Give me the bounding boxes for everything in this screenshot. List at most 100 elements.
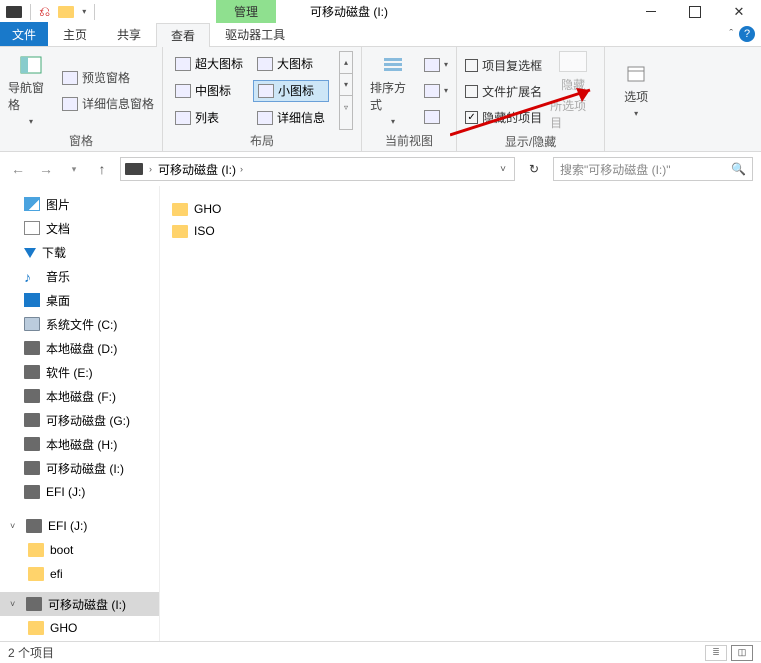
sidebar-item-drive-c[interactable]: 系统文件 (C:) [0, 312, 159, 336]
layout-s-icons[interactable]: 小图标 [253, 80, 329, 102]
size-columns-icon [424, 110, 440, 124]
title-bar: ⎌ ▾ 管理 可移动磁盘 (I:) [0, 0, 761, 23]
ribbon: 导航窗格 ▾ 预览窗格 详细信息窗格 窗格 超大图标 大图标 中图标 [0, 47, 761, 152]
address-dropdown-icon[interactable]: ˅ [496, 164, 510, 175]
expand-icon[interactable]: ˅ [10, 521, 20, 531]
gallery-expand-icon[interactable]: ▿ [340, 96, 352, 118]
details-pane-button[interactable]: 详细信息窗格 [62, 93, 154, 115]
list-icon [175, 111, 191, 125]
sidebar-item-drive-j[interactable]: EFI (J:) [0, 480, 159, 504]
separator [94, 4, 95, 20]
sidebar-item-drive-h[interactable]: 本地磁盘 (H:) [0, 432, 159, 456]
undo-icon[interactable]: ⎌ [39, 3, 50, 20]
drive-icon [125, 163, 143, 175]
history-dropdown[interactable]: ▾ [64, 159, 84, 179]
checkbox-icon [465, 85, 478, 98]
music-icon: ♪ [24, 269, 40, 283]
sidebar-item-gho[interactable]: GHO [0, 616, 159, 640]
layout-gallery-scroll[interactable]: ▴ ▾ ▿ [339, 51, 353, 130]
details-pane-icon [62, 97, 78, 111]
pictures-icon [24, 197, 40, 211]
ribbon-group-layout: 超大图标 大图标 中图标 小图标 列表 详细信息 ▴ ▾ ▿ 布局 [163, 47, 362, 151]
chevron-down-icon: ▾ [391, 117, 395, 126]
ribbon-group-show-hide: 项目复选框 文件扩展名 隐藏的项目 隐藏 所选项目 显示/隐藏 [457, 47, 605, 151]
tab-share[interactable]: 共享 [102, 22, 156, 46]
navigation-pane-button[interactable]: 导航窗格 ▾ [8, 51, 54, 130]
search-box[interactable]: 搜索"可移动磁盘 (I:)" 🔍 [553, 157, 753, 181]
folder-icon [172, 203, 188, 216]
tab-drive-tools[interactable]: 驱动器工具 [210, 22, 300, 46]
sidebar-item-drive-i[interactable]: 可移动磁盘 (I:) [0, 456, 159, 480]
breadcrumb-current[interactable]: 可移动磁盘 (I:)› [158, 161, 243, 178]
layout-m-icons[interactable]: 中图标 [171, 80, 247, 102]
sidebar-item-efi-folder[interactable]: efi [0, 562, 159, 586]
size-columns-button[interactable] [424, 106, 448, 128]
sidebar-item-music[interactable]: ♪音乐 [0, 264, 159, 288]
sidebar-group-efi[interactable]: ˅EFI (J:) [0, 514, 159, 538]
layout-details[interactable]: 详细信息 [253, 107, 329, 129]
forward-button[interactable]: → [36, 159, 56, 179]
drive-icon [26, 519, 42, 533]
item-checkboxes-toggle[interactable]: 项目复选框 [465, 54, 542, 76]
sort-by-button[interactable]: 排序方式 ▾ [370, 51, 416, 130]
layout-l-icons[interactable]: 大图标 [253, 53, 329, 75]
drive-icon [24, 461, 40, 475]
folder-icon [28, 621, 44, 635]
options-button[interactable]: 选项 ▾ [613, 51, 659, 131]
add-columns-button[interactable]: ▾ [424, 80, 448, 102]
expand-icon[interactable]: ˅ [10, 599, 20, 609]
details-icon [257, 111, 273, 125]
up-button[interactable]: ↑ [92, 159, 112, 179]
sidebar-item-drive-d[interactable]: 本地磁盘 (D:) [0, 336, 159, 360]
sidebar-item-documents[interactable]: 文档 [0, 216, 159, 240]
s-icons-icon [258, 84, 274, 98]
group-by-button[interactable]: ▾ [424, 54, 448, 76]
tab-home[interactable]: 主页 [48, 22, 102, 46]
list-item[interactable]: ISO [172, 220, 749, 242]
refresh-button[interactable]: ↻ [523, 162, 545, 176]
sidebar-item-pictures[interactable]: 图片 [0, 192, 159, 216]
group-label-panes: 窗格 [8, 130, 154, 149]
file-list[interactable]: GHO ISO [160, 186, 761, 641]
view-icons-button[interactable]: ◫ [731, 645, 753, 661]
sidebar-item-boot[interactable]: boot [0, 538, 159, 562]
scroll-up-icon[interactable]: ▴ [340, 52, 352, 74]
sidebar-group-removable-i[interactable]: ˅可移动磁盘 (I:) [0, 592, 159, 616]
separator [30, 4, 31, 20]
preview-pane-icon [62, 71, 78, 85]
scroll-down-icon[interactable]: ▾ [340, 74, 352, 96]
folder-icon[interactable] [58, 6, 74, 18]
sidebar-item-drive-f[interactable]: 本地磁盘 (F:) [0, 384, 159, 408]
hidden-items-toggle[interactable]: 隐藏的项目 [465, 106, 542, 128]
contextual-tab-manage[interactable]: 管理 [216, 0, 276, 23]
sidebar-item-downloads[interactable]: 下载 [0, 240, 159, 264]
navigation-tree[interactable]: 图片 文档 下载 ♪音乐 桌面 系统文件 (C:) 本地磁盘 (D:) 软件 (… [0, 186, 160, 641]
help-icon[interactable]: ? [739, 26, 755, 42]
xl-icons-icon [175, 57, 191, 71]
navigation-pane-label: 导航窗格 [8, 79, 54, 113]
view-details-button[interactable]: ≣ [705, 645, 727, 661]
layout-list[interactable]: 列表 [171, 107, 247, 129]
sort-icon [381, 55, 405, 75]
list-item[interactable]: GHO [172, 198, 749, 220]
sidebar-item-drive-e[interactable]: 软件 (E:) [0, 360, 159, 384]
address-bar[interactable]: › 可移动磁盘 (I:)› ˅ [120, 157, 515, 181]
collapse-ribbon-icon[interactable]: ˆ [729, 28, 733, 40]
qat-dropdown-icon[interactable]: ▾ [82, 7, 86, 16]
tab-view[interactable]: 查看 [156, 23, 210, 47]
status-bar: 2 个项目 ≣ ◫ [0, 641, 761, 663]
folder-icon [28, 543, 44, 557]
chevron-down-icon: ▾ [29, 117, 33, 126]
window-title: 可移动磁盘 (I:) [310, 3, 388, 20]
quick-access-toolbar: ⎌ ▾ [0, 3, 95, 20]
maximize-button[interactable] [673, 0, 717, 23]
tab-file[interactable]: 文件 [0, 22, 48, 46]
sidebar-item-desktop[interactable]: 桌面 [0, 288, 159, 312]
minimize-button[interactable] [629, 0, 673, 23]
close-button[interactable] [717, 0, 761, 23]
sidebar-item-drive-g[interactable]: 可移动磁盘 (G:) [0, 408, 159, 432]
back-button[interactable]: ← [8, 159, 28, 179]
preview-pane-button[interactable]: 预览窗格 [62, 67, 154, 89]
file-extensions-toggle[interactable]: 文件扩展名 [465, 80, 542, 102]
layout-xl-icons[interactable]: 超大图标 [171, 53, 247, 75]
